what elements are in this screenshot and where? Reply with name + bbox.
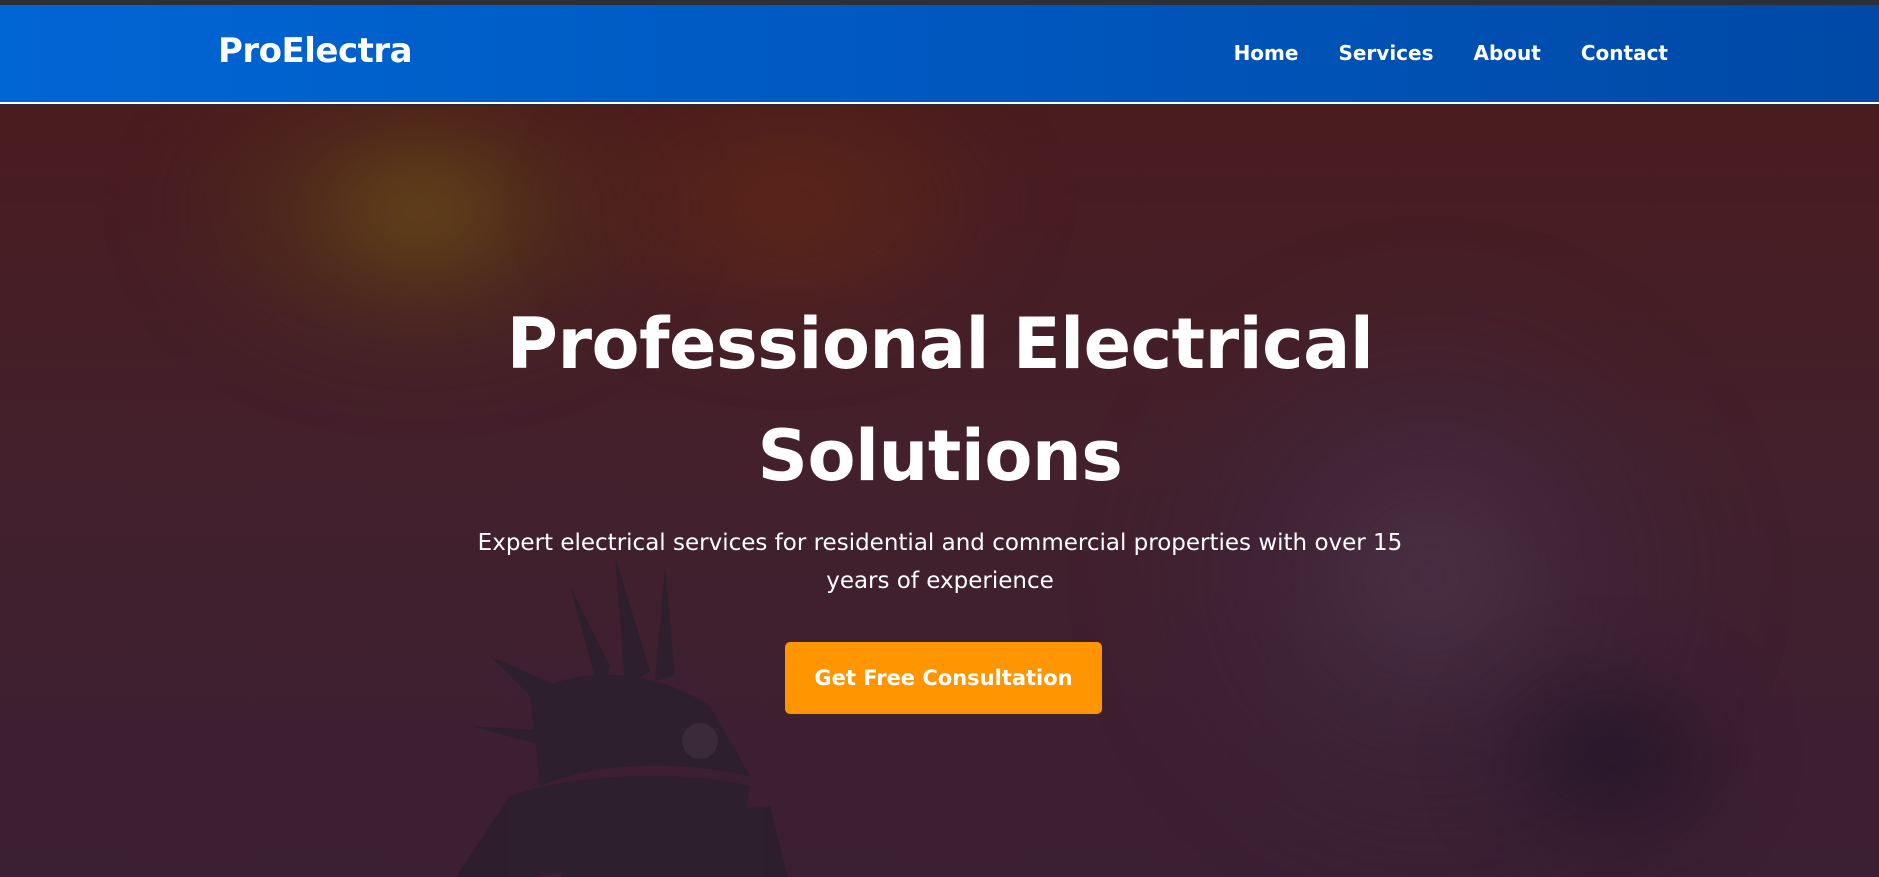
nav-contact-link[interactable]: Contact: [1581, 41, 1668, 65]
nav-services-link[interactable]: Services: [1338, 41, 1433, 65]
hero-title: Professional Electrical Solutions: [506, 303, 1374, 497]
hero-section: Professional Electrical Solutions Expert…: [0, 106, 1879, 877]
site-header: ProElectra Home Services About Contact: [0, 5, 1879, 104]
hero-content: Professional Electrical Solutions Expert…: [0, 106, 1879, 877]
nav-home-link[interactable]: Home: [1234, 41, 1299, 65]
brand-logo[interactable]: ProElectra: [218, 31, 413, 71]
main-nav: Home Services About Contact: [1234, 41, 1668, 65]
get-free-consultation-button[interactable]: Get Free Consultation: [785, 642, 1102, 714]
nav-about-link[interactable]: About: [1474, 41, 1541, 65]
hero-subtitle: Expert electrical services for residenti…: [477, 530, 1403, 594]
